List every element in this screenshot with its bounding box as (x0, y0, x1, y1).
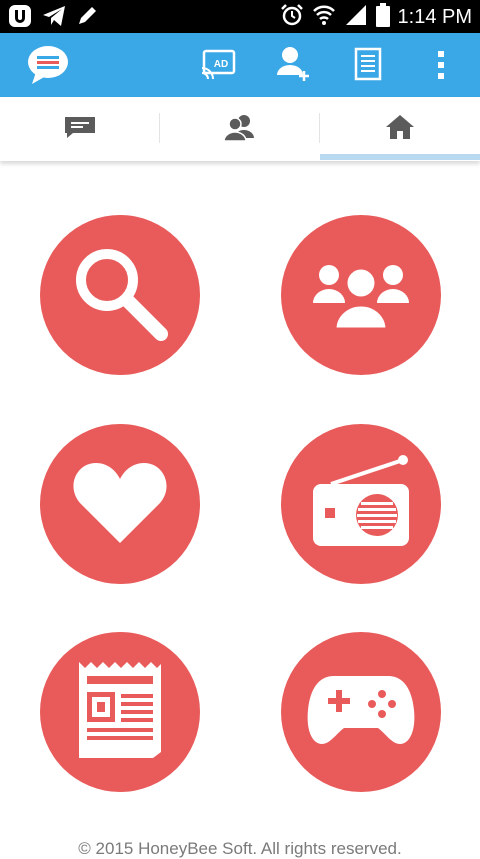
tab-home[interactable] (320, 97, 480, 161)
document-icon[interactable] (354, 47, 382, 86)
ad-cast-icon[interactable]: AD (201, 47, 237, 84)
favorites-tile[interactable] (40, 424, 200, 584)
home-icon (385, 114, 415, 145)
app-bar: AD (0, 33, 480, 97)
games-tile[interactable] (281, 632, 441, 792)
wifi-icon (312, 3, 336, 32)
search-tile[interactable] (40, 215, 200, 375)
pencil-icon (76, 5, 98, 32)
people-icon (222, 112, 258, 147)
heart-icon (72, 459, 168, 550)
community-tile[interactable] (281, 215, 441, 375)
alarm-icon (280, 3, 304, 32)
group-icon (311, 253, 411, 338)
svg-text:AD: AD (214, 59, 228, 70)
news-tile[interactable] (40, 632, 200, 792)
tab-people[interactable] (160, 97, 320, 161)
radio-icon (311, 454, 411, 555)
message-icon (63, 115, 97, 144)
status-time: 1:14 PM (397, 6, 472, 28)
add-user-icon[interactable] (274, 45, 314, 88)
tab-messages[interactable] (0, 97, 160, 161)
tab-bar (0, 97, 480, 161)
newspaper-icon (75, 660, 165, 765)
search-icon (65, 238, 175, 353)
radio-tile[interactable] (281, 424, 441, 584)
gamepad-icon (306, 670, 416, 755)
signal-icon (344, 3, 368, 32)
more-vert-icon[interactable] (436, 49, 446, 86)
chat-bubble-icon[interactable] (26, 44, 70, 91)
battery-icon (375, 3, 390, 32)
status-bar: 1:14 PM (0, 0, 480, 33)
copyright-text: © 2015 HoneyBee Soft. All rights reserve… (78, 839, 402, 858)
tab-selected-indicator (320, 154, 480, 160)
u-app-icon (8, 4, 32, 33)
telegram-icon (42, 5, 66, 32)
